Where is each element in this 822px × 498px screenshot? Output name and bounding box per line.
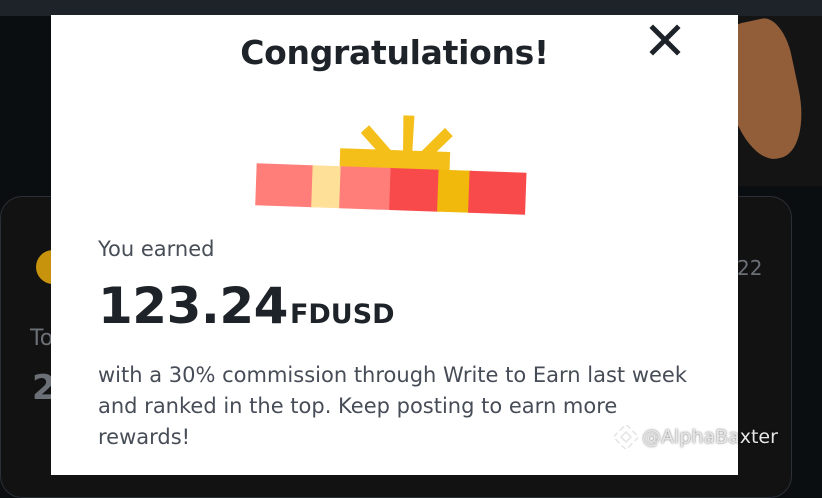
modal-title: Congratulations! <box>240 33 549 72</box>
watermark: @AlphaBaxter <box>614 424 778 450</box>
close-button[interactable] <box>647 22 683 58</box>
close-icon <box>649 24 681 56</box>
earned-amount: 123.24 <box>98 277 288 335</box>
binance-logo-icon <box>614 425 638 449</box>
earned-amount-row: 123.24FDUSD <box>98 277 395 335</box>
background-topbar <box>0 0 822 16</box>
background-label-fragment: To <box>30 326 54 351</box>
congratulations-modal: Congratulations! You earned 123.24FDUSD … <box>51 15 738 475</box>
earned-label: You earned <box>98 237 215 261</box>
watermark-text: @AlphaBaxter <box>642 426 778 448</box>
gift-icon <box>255 115 527 215</box>
earned-currency: FDUSD <box>289 299 395 330</box>
background-side-number: 22 <box>737 256 763 280</box>
